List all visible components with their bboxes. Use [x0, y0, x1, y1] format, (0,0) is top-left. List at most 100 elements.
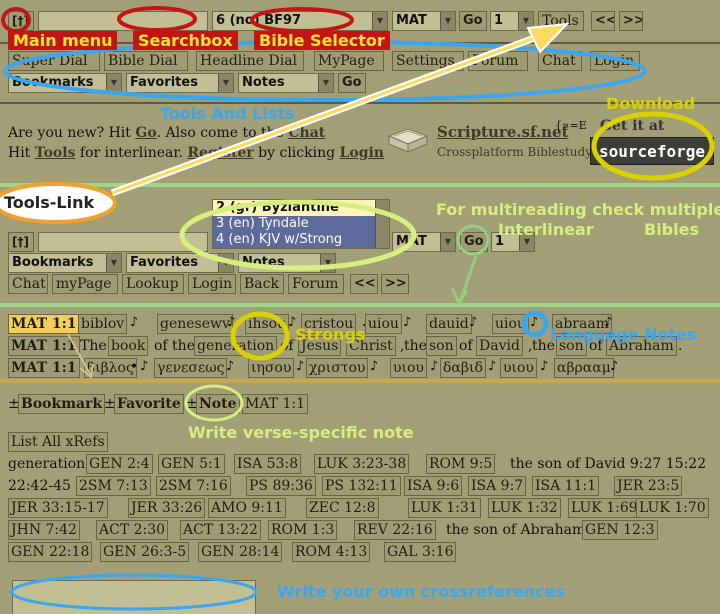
scrollbar[interactable]	[375, 200, 389, 248]
xref-link[interactable]: GAL 3:16	[384, 542, 457, 562]
intro-go-link[interactable]: Go	[135, 125, 156, 141]
xref-link[interactable]: ACT 13:22	[180, 520, 261, 540]
english-word[interactable]: son	[426, 336, 457, 356]
music-note-icon[interactable]: ♪	[140, 359, 148, 374]
intro-chat-link[interactable]: Chat	[288, 125, 325, 141]
xref-link[interactable]: ZEC 12:8	[306, 498, 379, 518]
verse-ref[interactable]: MAT 1:1	[242, 394, 308, 414]
search-input[interactable]	[38, 232, 208, 252]
lists-go-button[interactable]: Go	[338, 73, 366, 93]
menu-settings[interactable]: Settings	[392, 51, 464, 71]
greek-word[interactable]: ιησου	[248, 358, 295, 378]
music-note-icon[interactable]: ♪	[540, 359, 548, 374]
xref-link[interactable]: AMO 9:11	[208, 498, 286, 518]
chapter-select[interactable]: 1 ▼	[490, 11, 534, 31]
xref-link[interactable]: ROM 9:5	[426, 454, 496, 474]
favorites-select[interactable]: Favorites ▼	[126, 73, 234, 93]
intro-register-link[interactable]: Register	[187, 145, 253, 161]
xref-link[interactable]: JER 33:15-17	[8, 498, 108, 518]
menu-mypage[interactable]: MyPage	[314, 51, 384, 71]
note-button[interactable]: Note	[196, 394, 240, 414]
version-option[interactable]: 2 (gr) Byziantine	[213, 200, 389, 216]
english-word[interactable]: generation	[194, 336, 278, 356]
brand-name-link[interactable]: Scripture.sf.net	[437, 123, 569, 141]
version-listbox[interactable]: 2 (gr) Byziantine 3 (en) Tyndale 4 (en) …	[212, 199, 390, 249]
strongs-word[interactable]: uiou	[365, 314, 402, 334]
greek-word[interactable]: δαβιδ	[440, 358, 486, 378]
bookmarks-select[interactable]: Bookmarks ▼	[8, 73, 122, 93]
book-select[interactable]: MAT ▼	[392, 232, 456, 252]
go-button[interactable]: Go	[460, 232, 488, 252]
nav-forum[interactable]: Forum	[288, 274, 344, 294]
greek-word[interactable]: αβρααμ	[554, 358, 614, 378]
search-input[interactable]	[38, 11, 208, 31]
bookmarks-select[interactable]: Bookmarks ▼	[8, 253, 122, 273]
english-word[interactable]: book	[108, 336, 149, 356]
verse-ref[interactable]: MAT 1:1	[8, 336, 80, 356]
prev-button[interactable]: <<	[591, 11, 615, 31]
xref-link[interactable]: PS 132:11	[322, 476, 401, 496]
main-menu-button[interactable]: [†]	[8, 11, 34, 31]
strongs-word[interactable]: uiou	[492, 314, 529, 334]
english-word[interactable]: David	[476, 336, 523, 356]
nav-mypage[interactable]: myPage	[52, 274, 118, 294]
xref-link[interactable]: GEN 2:4	[86, 454, 153, 474]
version-option[interactable]: 4 (en) KJV w/Strong	[213, 232, 389, 248]
music-note-icon[interactable]: ♪	[370, 359, 378, 374]
xref-link[interactable]: JHN 7:42	[8, 520, 80, 540]
xref-link[interactable]: ISA 53:8	[234, 454, 302, 474]
menu-forum[interactable]: Forum	[468, 51, 528, 71]
xref-link[interactable]: ISA 11:1	[532, 476, 600, 496]
crossref-input[interactable]	[12, 580, 256, 614]
verse-ref-highlight[interactable]: MAT 1:1	[8, 314, 80, 334]
menu-bible-dial[interactable]: Bible Dial	[104, 51, 188, 71]
music-note-icon[interactable]: ♪	[430, 359, 438, 374]
intro-login-link[interactable]: Login	[340, 145, 384, 161]
xref-link[interactable]: REV 22:16	[354, 520, 436, 540]
xref-link[interactable]: LUK 1:69	[568, 498, 641, 518]
notes-select[interactable]: Notes ▼	[238, 73, 334, 93]
xref-link[interactable]: GEN 5:1	[158, 454, 225, 474]
strongs-word[interactable]: dauid	[426, 314, 472, 334]
favorites-select[interactable]: Favorites ▼	[126, 253, 234, 273]
music-note-icon[interactable]: ♪	[130, 315, 138, 330]
xref-link[interactable]: GEN 22:18	[8, 542, 93, 562]
greek-word[interactable]: χριστου	[306, 358, 369, 378]
greek-word[interactable]: γενεσεως	[154, 358, 228, 378]
xref-link[interactable]: LUK 3:23-38	[314, 454, 410, 474]
xref-link[interactable]: JER 33:26	[128, 498, 206, 518]
music-note-icon[interactable]: ♪	[296, 359, 304, 374]
xref-link[interactable]: GEN 28:14	[198, 542, 283, 562]
xref-link[interactable]: PS 89:36	[246, 476, 316, 496]
nav-chat[interactable]: Chat	[8, 274, 48, 294]
menu-super-dial[interactable]: Super Dial	[8, 51, 100, 71]
music-note-icon[interactable]: ♪	[610, 359, 618, 374]
greek-word[interactable]: βιβλος	[84, 358, 137, 378]
strongs-word[interactable]: genesewv	[157, 314, 233, 334]
tools-button[interactable]: Tools	[538, 11, 584, 31]
menu-chat[interactable]: Chat	[538, 51, 582, 71]
strongs-word[interactable]: ihsou	[245, 314, 290, 334]
xref-link[interactable]: 2SM 7:13	[76, 476, 151, 496]
xref-link[interactable]: ACT 2:30	[96, 520, 169, 540]
bible-version-select[interactable]: 6 (no) BF97 ▼	[212, 11, 388, 31]
xref-link[interactable]: ISA 9:7	[468, 476, 527, 496]
version-option[interactable]: 3 (en) Tyndale	[213, 216, 389, 232]
xref-link[interactable]: GEN 26:3-5	[100, 542, 190, 562]
greek-word[interactable]: υιου	[390, 358, 427, 378]
xref-link[interactable]: JER 23:5	[614, 476, 683, 496]
xref-link[interactable]: LUK 1:31	[408, 498, 481, 518]
next-button[interactable]: >>	[381, 274, 409, 294]
music-note-icon[interactable]: ♪	[530, 315, 538, 330]
music-note-icon[interactable]: ♪	[488, 359, 496, 374]
xref-link[interactable]: GEN 12:3	[582, 520, 658, 540]
nav-back[interactable]: Back	[240, 274, 284, 294]
menu-headline-dial[interactable]: Headline Dial	[196, 51, 304, 71]
music-note-icon[interactable]: ♪	[469, 315, 477, 330]
menu-login[interactable]: Login	[590, 51, 640, 71]
music-note-icon[interactable]: ♪	[227, 315, 235, 330]
xref-link[interactable]: LUK 1:32	[488, 498, 561, 518]
xref-link[interactable]: ROM 4:13	[292, 542, 371, 562]
book-select[interactable]: MAT ▼	[392, 11, 456, 31]
bookmark-button[interactable]: Bookmark	[18, 394, 106, 414]
